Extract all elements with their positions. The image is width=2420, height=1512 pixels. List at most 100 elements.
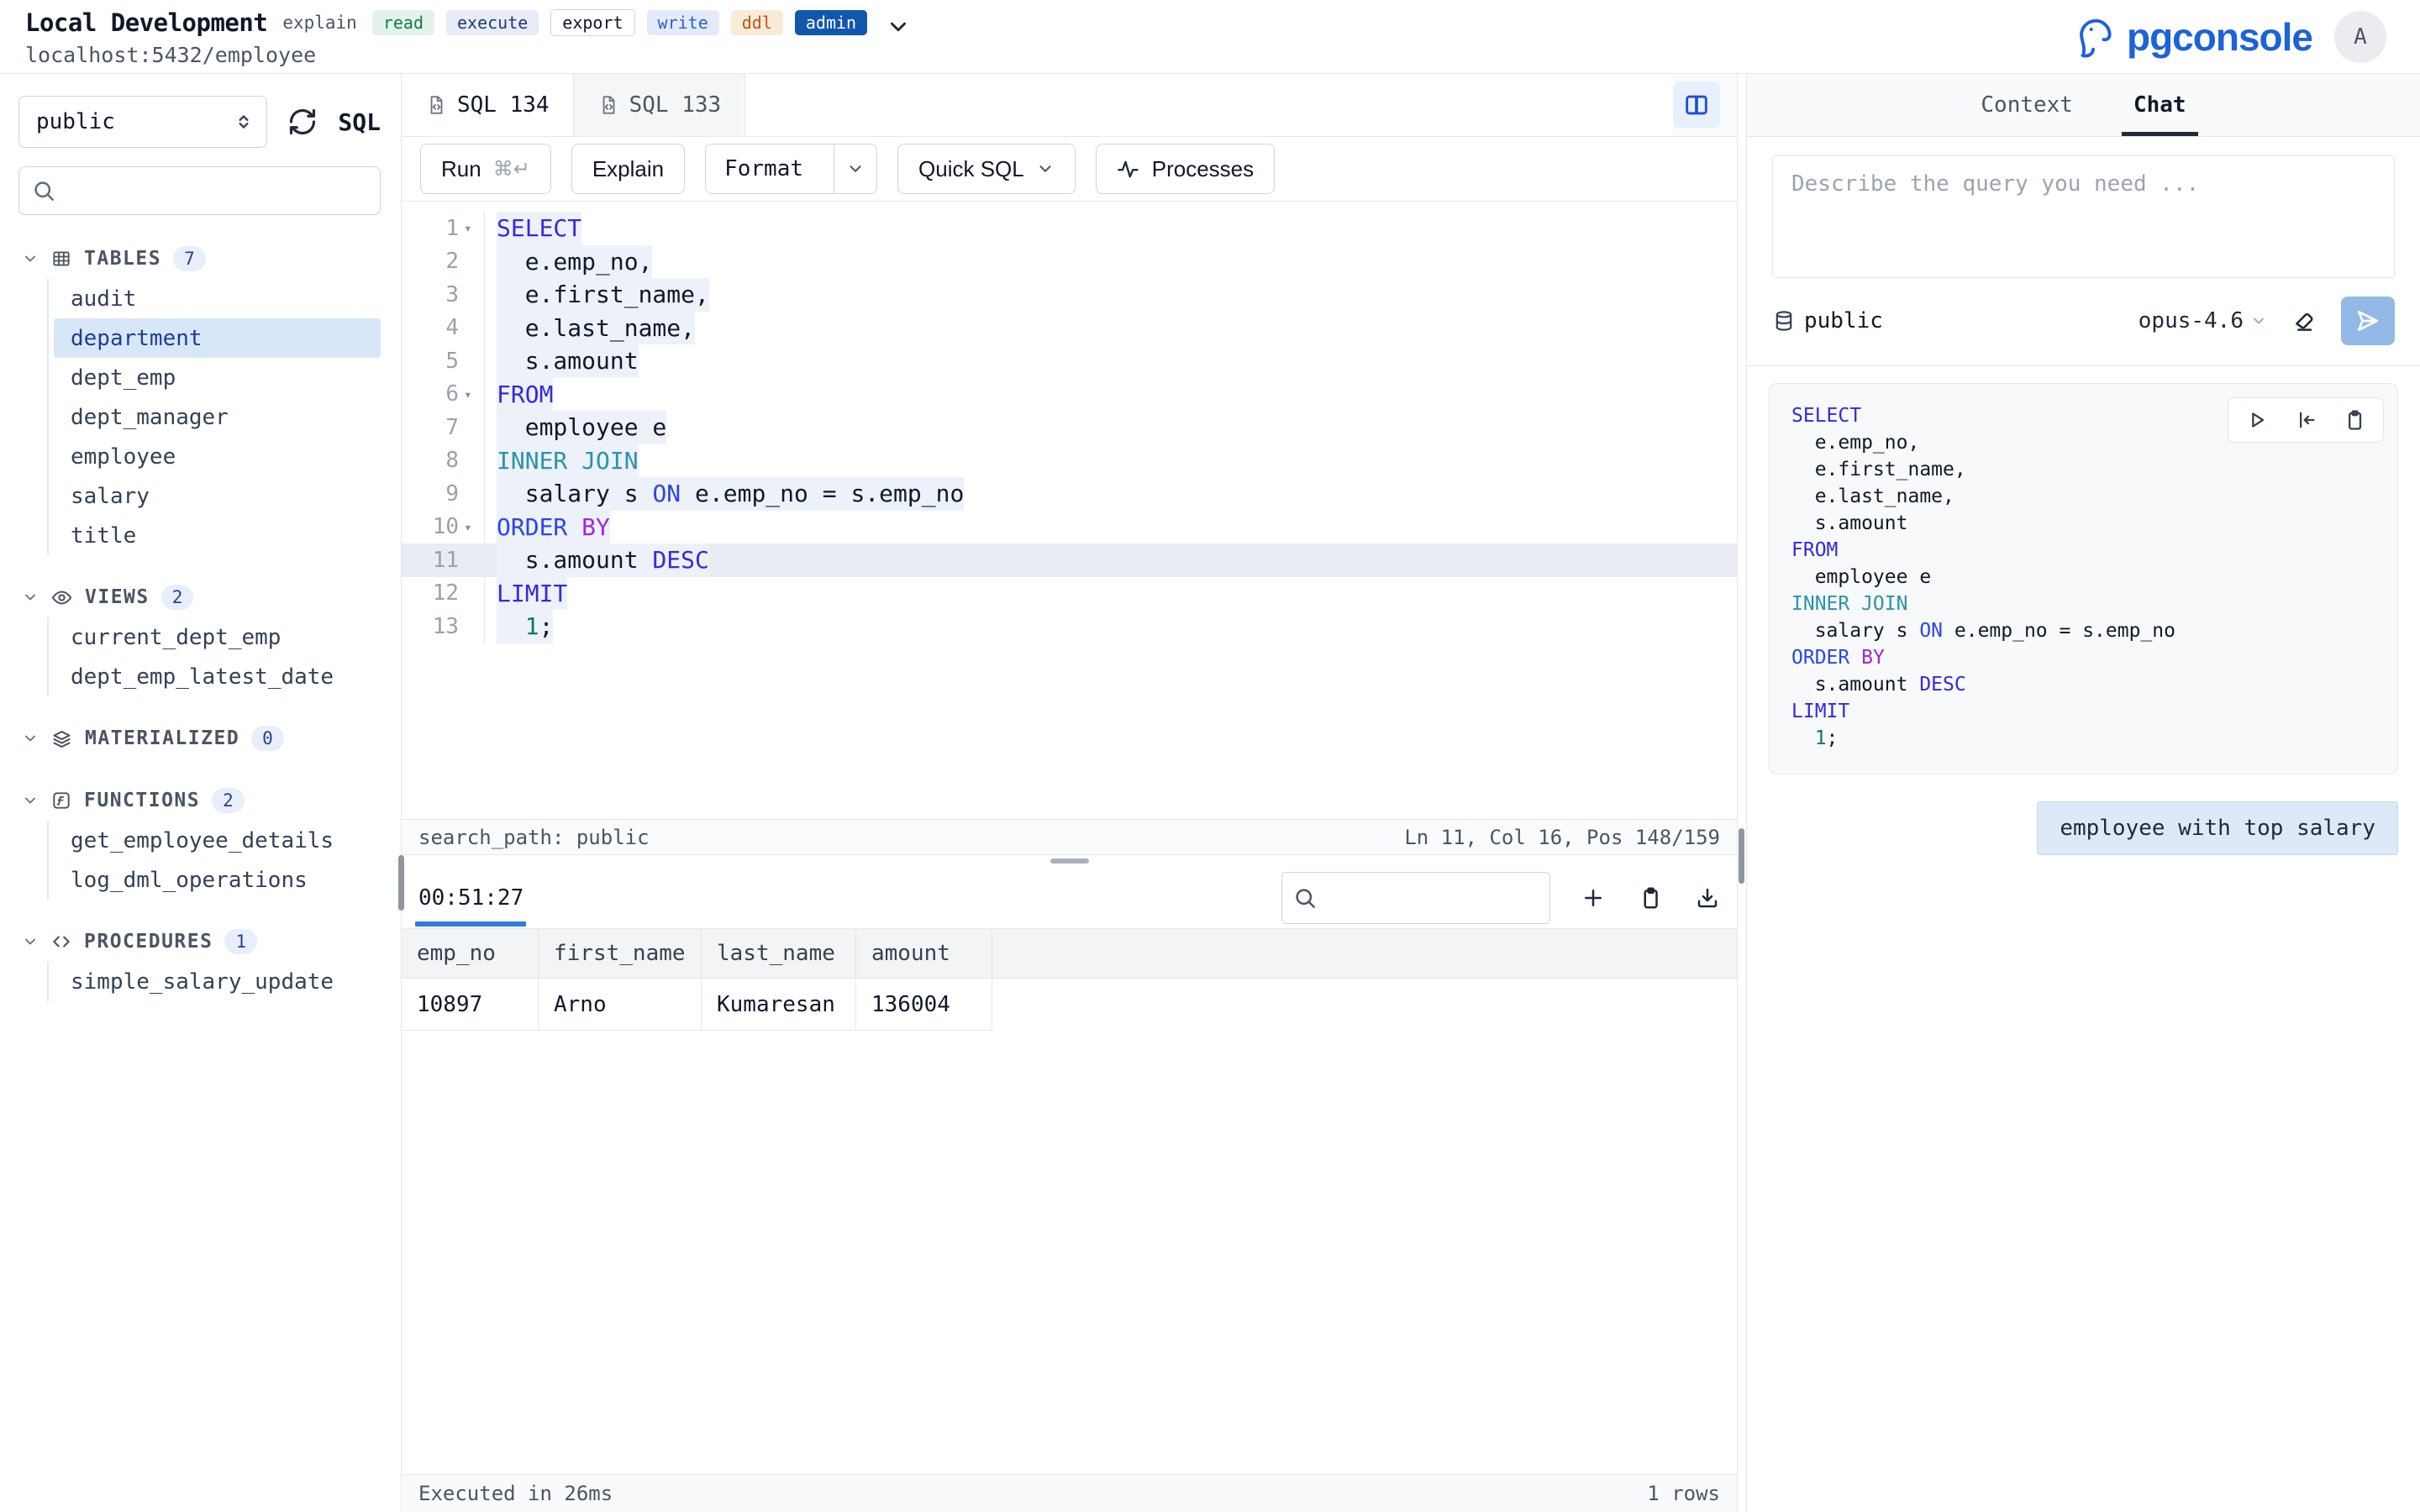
result-timer-tab[interactable]: 00:51:27 xyxy=(418,867,523,928)
editor-line-12[interactable]: 12 LIMIT xyxy=(402,577,1737,611)
panel-resize-handle[interactable] xyxy=(1739,828,1744,884)
line-gutter[interactable]: 2 xyxy=(402,249,484,274)
sidebar-resize-handle[interactable] xyxy=(398,855,404,911)
results-search[interactable] xyxy=(1281,872,1550,924)
add-result-tab-icon[interactable] xyxy=(1581,885,1606,911)
sql-editor[interactable]: 1 ▾ SELECT 2 e.emp_no, 3 e.first_name, 4… xyxy=(402,202,1737,819)
editor-line-2[interactable]: 2 e.emp_no, xyxy=(402,245,1737,279)
chevron-down-icon[interactable] xyxy=(22,933,39,950)
sidebar-item-audit[interactable]: audit xyxy=(54,279,381,318)
schema-select[interactable]: public xyxy=(18,96,267,148)
chevron-down-icon[interactable] xyxy=(22,730,39,747)
cell[interactable]: Kumaresan xyxy=(702,979,856,1031)
editor-line-3[interactable]: 3 e.first_name, xyxy=(402,278,1737,312)
sql-view-toggle[interactable]: SQL xyxy=(338,108,381,136)
download-results-icon[interactable] xyxy=(1695,885,1720,911)
workspace-menu-chevron-icon[interactable] xyxy=(886,14,911,39)
line-gutter[interactable]: 8 xyxy=(402,448,484,473)
run-code-icon[interactable] xyxy=(2245,408,2269,432)
section-count-badge: 1 xyxy=(224,929,257,954)
mode-label: explain xyxy=(282,13,357,33)
line-gutter[interactable]: 10 ▾ xyxy=(402,514,484,539)
sidebar-item-salary[interactable]: salary xyxy=(54,476,381,516)
model-select[interactable]: opus-4.6 xyxy=(2139,308,2267,333)
cell[interactable]: 10897 xyxy=(402,979,539,1031)
chevron-down-icon[interactable] xyxy=(22,250,39,267)
sidebar-item-employee[interactable]: employee xyxy=(54,437,381,476)
results-resize-divider[interactable] xyxy=(402,855,1737,867)
chat-input[interactable] xyxy=(1772,155,2395,278)
column-header-emp_no[interactable]: emp_no xyxy=(402,929,539,978)
sidebar-item-department[interactable]: department xyxy=(54,318,381,358)
editor-line-11[interactable]: 11 s.amount DESC xyxy=(402,543,1737,577)
editor-line-7[interactable]: 7 employee e xyxy=(402,411,1737,444)
chevron-down-icon[interactable] xyxy=(22,589,39,606)
run-button[interactable]: Run ⌘↵ xyxy=(420,144,551,194)
results-search-input[interactable] xyxy=(1324,886,1539,910)
sidebar-item-simple_salary_update[interactable]: simple_salary_update xyxy=(54,962,381,1001)
editor-line-6[interactable]: 6 ▾ FROM xyxy=(402,378,1737,412)
quick-sql-button[interactable]: Quick SQL xyxy=(897,144,1076,194)
avatar[interactable]: A xyxy=(2334,11,2386,63)
copy-results-icon[interactable] xyxy=(1638,885,1663,911)
editor-line-10[interactable]: 10 ▾ ORDER BY xyxy=(402,511,1737,544)
sidebar-item-get_employee_details[interactable]: get_employee_details xyxy=(54,821,381,860)
tab-sql-133[interactable]: SQL 133 xyxy=(574,74,746,136)
line-gutter[interactable]: 9 xyxy=(402,481,484,507)
chevron-down-icon[interactable] xyxy=(22,792,39,809)
results-resize-handle[interactable] xyxy=(1050,858,1089,864)
editor-line-5[interactable]: 5 s.amount xyxy=(402,344,1737,378)
section-header-views[interactable]: VIEWS 2 xyxy=(18,577,381,617)
section-header-procedures[interactable]: PROCEDURES 1 xyxy=(18,921,381,962)
sidebar-item-title[interactable]: title xyxy=(54,516,381,555)
sidebar-item-dept_emp_latest_date[interactable]: dept_emp_latest_date xyxy=(54,657,381,696)
tab-sql-134[interactable]: SQL 134 xyxy=(402,74,574,136)
sidebar-search-input[interactable] xyxy=(65,179,368,202)
editor-line-8[interactable]: 8 INNER JOIN xyxy=(402,444,1737,478)
sidebar-item-log_dml_operations[interactable]: log_dml_operations xyxy=(54,860,381,900)
refresh-icon[interactable] xyxy=(287,107,318,137)
line-gutter[interactable]: 7 xyxy=(402,415,484,440)
line-gutter[interactable]: 4 xyxy=(402,315,484,340)
line-gutter[interactable]: 11 xyxy=(402,548,484,573)
line-gutter[interactable]: 12 xyxy=(402,580,484,606)
send-button[interactable] xyxy=(2341,297,2395,345)
editor-line-9[interactable]: 9 salary s ON e.emp_no = s.emp_no xyxy=(402,477,1737,511)
line-gutter[interactable]: 5 xyxy=(402,349,484,374)
fold-arrow-icon[interactable]: ▾ xyxy=(464,386,477,402)
insert-to-editor-icon[interactable] xyxy=(2294,408,2317,432)
sidebar-item-dept_emp[interactable]: dept_emp xyxy=(54,358,381,397)
editor-line-1[interactable]: 1 ▾ SELECT xyxy=(402,212,1737,245)
fold-arrow-icon[interactable]: ▾ xyxy=(464,220,477,236)
format-chevron-icon[interactable] xyxy=(834,144,876,193)
line-gutter[interactable]: 1 ▾ xyxy=(402,216,484,241)
editor-line-13[interactable]: 13 1; xyxy=(402,610,1737,643)
split-view-button[interactable] xyxy=(1673,81,1720,129)
column-header-first_name[interactable]: first_name xyxy=(539,929,702,978)
line-gutter[interactable]: 13 xyxy=(402,614,484,639)
editor-line-4[interactable]: 4 e.last_name, xyxy=(402,312,1737,345)
line-gutter[interactable]: 6 ▾ xyxy=(402,381,484,407)
explain-button[interactable]: Explain xyxy=(571,144,685,194)
panel-resize-divider[interactable] xyxy=(1738,74,1746,1512)
fold-arrow-icon[interactable]: ▾ xyxy=(464,519,477,535)
tab-chat[interactable]: Chat xyxy=(2133,74,2186,136)
clear-chat-icon[interactable] xyxy=(2291,307,2317,334)
tab-context[interactable]: Context xyxy=(1981,74,2073,136)
cell[interactable]: Arno xyxy=(539,979,702,1031)
table-row[interactable]: 10897ArnoKumaresan136004 xyxy=(402,979,1737,1031)
line-gutter[interactable]: 3 xyxy=(402,282,484,307)
format-button[interactable]: Format xyxy=(705,144,877,194)
composer-schema-chip[interactable]: public xyxy=(1772,308,1883,333)
processes-button[interactable]: Processes xyxy=(1096,144,1275,194)
sidebar-item-dept_manager[interactable]: dept_manager xyxy=(54,397,381,437)
cell[interactable]: 136004 xyxy=(856,979,992,1031)
section-header-functions[interactable]: FUNCTIONS 2 xyxy=(18,780,381,821)
section-header-tables[interactable]: TABLES 7 xyxy=(18,239,381,279)
section-header-materialized[interactable]: MATERIALIZED 0 xyxy=(18,718,381,759)
copy-code-icon[interactable] xyxy=(2343,408,2366,432)
sidebar-search[interactable] xyxy=(18,166,381,215)
sidebar-item-current_dept_emp[interactable]: current_dept_emp xyxy=(54,617,381,657)
column-header-amount[interactable]: amount xyxy=(856,929,992,978)
column-header-last_name[interactable]: last_name xyxy=(702,929,856,978)
